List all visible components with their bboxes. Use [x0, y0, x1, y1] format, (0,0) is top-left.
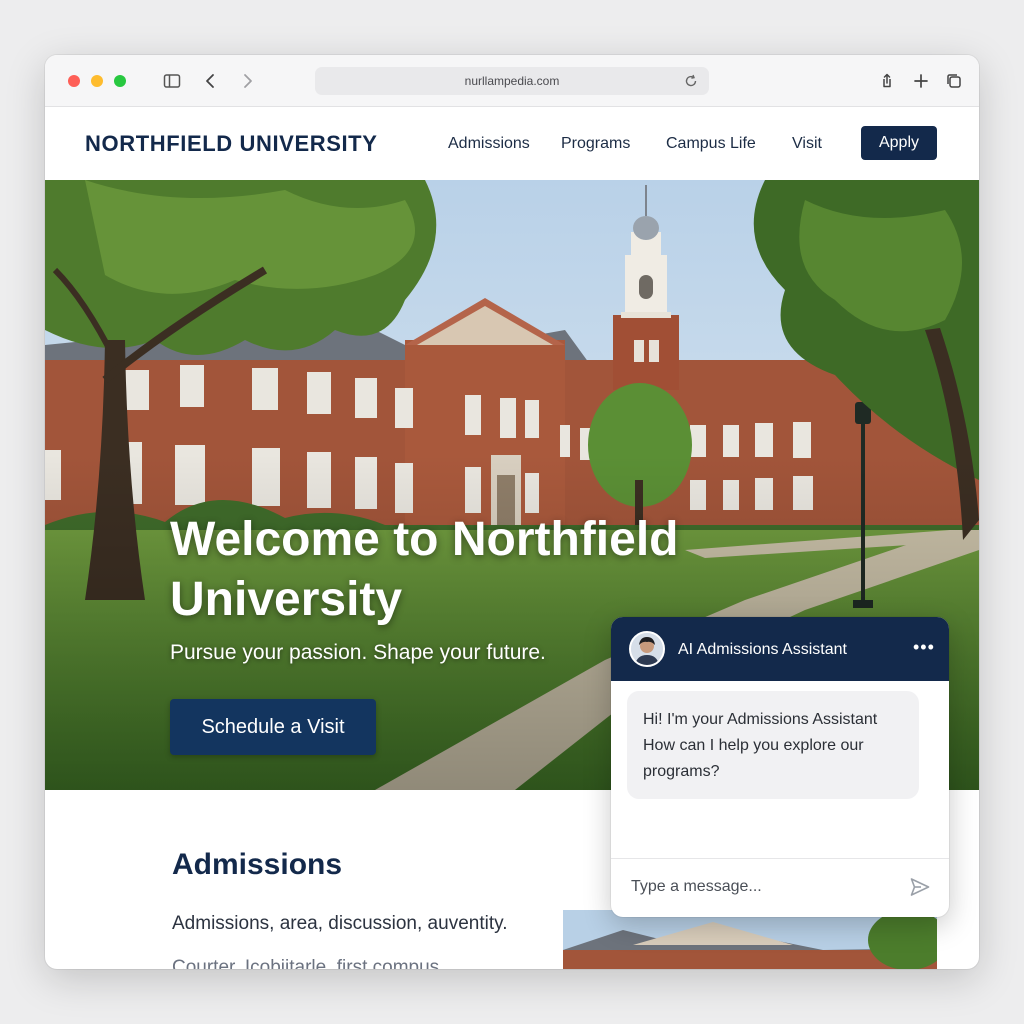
chat-message-input[interactable] — [631, 869, 891, 905]
tabs-icon[interactable] — [942, 69, 966, 93]
forward-icon[interactable] — [235, 69, 259, 93]
hero-title: Welcome to Northfield University — [170, 513, 679, 626]
browser-toolbar: nurllampedia.com — [45, 55, 979, 107]
chat-header: AI Admissions Assistant ••• — [611, 617, 949, 681]
site-logo[interactable]: NORTHFIELD UNIVERSITY — [85, 131, 378, 157]
minimize-window-button[interactable] — [91, 75, 103, 87]
assistant-message: Hi! I'm your Admissions Assistant How ca… — [627, 691, 919, 799]
address-bar[interactable]: nurllampedia.com — [315, 67, 709, 95]
nav-link-admissions[interactable]: Admissions — [448, 135, 530, 153]
assistant-avatar — [629, 631, 665, 667]
nav-link-visit[interactable]: Visit — [792, 135, 822, 153]
sidebar-icon[interactable] — [160, 69, 184, 93]
close-window-button[interactable] — [68, 75, 80, 87]
campus-thumbnail-image — [563, 910, 937, 969]
section-text-faded: Courter, Icobiitarle, first compus — [172, 957, 440, 969]
chat-widget: AI Admissions Assistant ••• Hi! I'm your… — [611, 617, 949, 917]
send-icon[interactable] — [909, 876, 931, 898]
hero-subtitle: Pursue your passion. Shape your future. — [170, 641, 546, 664]
back-icon[interactable] — [199, 69, 223, 93]
site-header: NORTHFIELD UNIVERSITY Admissions Program… — [45, 107, 979, 180]
section-heading-admissions: Admissions — [172, 848, 343, 881]
share-icon[interactable] — [875, 69, 899, 93]
chat-title: AI Admissions Assistant — [678, 641, 847, 658]
zoom-window-button[interactable] — [114, 75, 126, 87]
browser-window: nurllampedia.com NORTHFIELD UNIVERSITY A… — [45, 55, 979, 969]
section-text: Admissions, area, discussion, auventity. — [172, 913, 508, 934]
nav-link-campus-life[interactable]: Campus Life — [666, 135, 756, 153]
reload-icon[interactable] — [683, 73, 699, 89]
url-text: nurllampedia.com — [464, 74, 560, 88]
chat-divider — [611, 858, 949, 859]
apply-button[interactable]: Apply — [861, 126, 937, 160]
more-options-icon[interactable]: ••• — [913, 637, 935, 658]
schedule-visit-button[interactable]: Schedule a Visit — [170, 699, 376, 755]
nav-link-programs[interactable]: Programs — [561, 135, 630, 153]
new-tab-icon[interactable] — [909, 69, 933, 93]
